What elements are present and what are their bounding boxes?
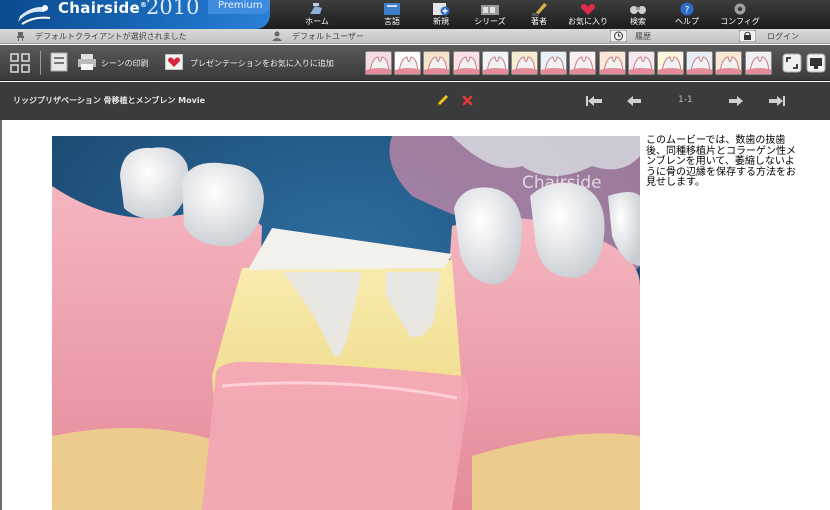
bone-graft-illustration: Chairside [52, 136, 640, 510]
implant-thumb[interactable] [452, 51, 480, 75]
print-icon[interactable] [78, 54, 96, 70]
nav-config-button[interactable]: コンフィグ [718, 0, 762, 29]
status-bar: デフォルトクライアントが選択されました デフォルトユーザー 履歴 ログイン [0, 29, 830, 44]
help-question-icon: ? [680, 2, 694, 16]
series-film-icon [481, 5, 499, 15]
sealant-thumb[interactable] [715, 51, 743, 75]
favorites-heart-icon [581, 3, 595, 15]
toolbar: シーンの印刷 プレゼンテーションをお気に入りに追加 [0, 45, 830, 81]
presentation-description: このムービーでは、数歯の抜歯後、同種移植片とコラーゲン性メンブレンを用いて、萎縮… [646, 135, 796, 188]
periodontal-thumb[interactable] [598, 51, 626, 75]
client-status-text[interactable]: デフォルトクライアントが選択されました [35, 31, 187, 42]
whitening-thumb[interactable] [657, 51, 684, 75]
brand-title: Chairside® [58, 0, 148, 17]
top-header-bar: Chairside® 2010 Premium ホーム 言語 新規 シリーズ 著… [0, 0, 830, 29]
page-indicator: 1-1 [678, 95, 693, 105]
fullscreen-icon[interactable] [782, 53, 802, 73]
author-pen-icon [532, 3, 547, 16]
client-chair-icon [17, 32, 24, 41]
dentures-thumb[interactable] [481, 51, 509, 75]
previous-page-icon[interactable] [626, 95, 642, 107]
root-canal-thumb[interactable] [511, 51, 538, 75]
user-status-text[interactable]: デフォルトユーザー [292, 31, 364, 42]
collapse-view-icon[interactable] [10, 53, 30, 73]
nav-search-button[interactable]: 検索 [616, 0, 660, 29]
nav-favorites-button[interactable]: お気に入り [566, 0, 610, 29]
history-clock-icon [610, 30, 627, 42]
login-link[interactable]: ログイン [767, 31, 799, 42]
brand-year: 2010 [146, 0, 200, 19]
movie-player[interactable]: Chairside [52, 136, 640, 510]
new-document-icon [433, 3, 450, 16]
chairside-logo-icon [18, 5, 51, 25]
edit-pencil-icon[interactable] [436, 94, 449, 107]
bridge-thumb[interactable] [423, 51, 451, 75]
nav-home-button[interactable]: ホーム [295, 0, 339, 29]
bone-graft-thumb[interactable] [686, 51, 714, 75]
nav-new-button[interactable]: 新規 [419, 0, 463, 29]
config-gear-icon [734, 3, 746, 15]
veneers-thumb[interactable] [569, 51, 597, 75]
extraction-thumb[interactable] [365, 51, 392, 75]
gum-graft-thumb[interactable] [627, 51, 655, 75]
search-binoculars-icon [630, 6, 646, 14]
favorite-heart-icon[interactable] [165, 54, 183, 70]
presentation-title-bar: リッジプリザベーション 骨移植とメンブレン Movie 1-1 [0, 82, 830, 120]
language-book-icon [384, 3, 400, 15]
login-lock-icon [739, 30, 756, 42]
add-favorite-button[interactable]: プレゼンテーションをお気に入りに追加 [190, 58, 334, 69]
delete-x-icon[interactable] [462, 95, 473, 106]
braces-thumb[interactable] [540, 51, 568, 75]
nav-author-button[interactable]: 著者 [517, 0, 561, 29]
scene-info-icon[interactable] [50, 52, 68, 72]
presentation-title: リッジプリザベーション 骨移植とメンブレン Movie [13, 96, 206, 105]
first-page-icon[interactable] [585, 95, 603, 107]
nav-language-button[interactable]: 言語 [370, 0, 414, 29]
xray-thumb[interactable] [744, 51, 772, 75]
brand-area: Chairside® 2010 Premium [0, 0, 270, 29]
toolbar-divider [40, 51, 41, 75]
history-link[interactable]: 履歴 [635, 31, 651, 42]
nav-help-button[interactable]: ? ヘルプ [665, 0, 709, 29]
content-left-border [0, 120, 2, 510]
next-page-icon[interactable] [728, 95, 744, 107]
last-page-icon[interactable] [768, 95, 786, 107]
nav-series-button[interactable]: シリーズ [468, 0, 512, 29]
presentation-mode-icon[interactable] [806, 53, 826, 73]
print-scene-button[interactable]: シーンの印刷 [101, 58, 149, 69]
user-icon [272, 31, 282, 41]
edition-badge: Premium [208, 0, 270, 14]
home-chair-icon [310, 3, 322, 14]
crown-thumb[interactable] [394, 51, 422, 75]
svg-text:?: ? [685, 6, 690, 16]
